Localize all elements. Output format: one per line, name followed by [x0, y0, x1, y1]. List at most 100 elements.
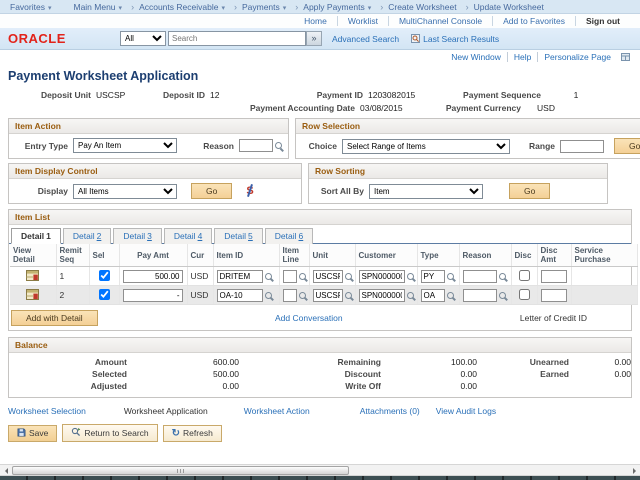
- reason-input[interactable]: [239, 139, 273, 152]
- personalize-page-link[interactable]: Personalize Page: [537, 52, 617, 62]
- customer-input[interactable]: [359, 270, 405, 283]
- lookup-icon[interactable]: [407, 273, 414, 280]
- horizontal-scrollbar[interactable]: [0, 464, 640, 476]
- add-to-favorites-link[interactable]: Add to Favorites: [492, 16, 575, 26]
- refresh-icon: [172, 428, 180, 439]
- type-input[interactable]: [421, 270, 445, 283]
- worksheet-action-link[interactable]: Worksheet Action: [244, 406, 310, 416]
- currency-toggle-icon[interactable]: S: [246, 185, 253, 197]
- display-go-button[interactable]: Go: [191, 183, 232, 199]
- amount-value: 600.00: [127, 357, 239, 367]
- sort-go-button[interactable]: Go: [509, 183, 550, 199]
- tab-detail-1[interactable]: Detail1: [11, 228, 61, 244]
- col-cur: Cur: [187, 244, 213, 267]
- tab-detail-3[interactable]: Detail3: [113, 228, 161, 244]
- save-button[interactable]: Save: [8, 425, 57, 442]
- toolbar: Save Return to Search Refresh: [8, 424, 632, 442]
- row-selection-go-button[interactable]: Go: [614, 138, 640, 154]
- item-action-title: Item Action: [9, 119, 288, 134]
- pay-amt-input[interactable]: [123, 289, 183, 302]
- sort-select[interactable]: Item: [369, 184, 483, 199]
- col-disc: Disc: [511, 244, 537, 267]
- breadcrumb-payments[interactable]: Payments: [242, 2, 286, 12]
- range-input[interactable]: [560, 140, 604, 153]
- multichannel-console-link[interactable]: MultiChannel Console: [388, 16, 492, 26]
- service-purchase-cell: [571, 267, 637, 286]
- pay-amt-input[interactable]: [123, 270, 183, 283]
- search-scope-select[interactable]: All: [120, 31, 166, 46]
- unit-input[interactable]: [313, 289, 343, 302]
- worksheet-selection-link[interactable]: Worksheet Selection: [8, 406, 86, 416]
- reason-row-input[interactable]: [463, 270, 497, 283]
- tab-detail-5[interactable]: Detail5: [214, 228, 262, 244]
- breadcrumb-accounts-receivable[interactable]: Accounts Receivable: [139, 2, 225, 12]
- lookup-icon[interactable]: [345, 292, 352, 299]
- scroll-right-arrow[interactable]: [629, 466, 639, 475]
- entry-type-select[interactable]: Pay An Item: [73, 138, 177, 153]
- view-audit-logs-link[interactable]: View Audit Logs: [436, 406, 496, 416]
- col-service-purchase: Service Purchase: [571, 244, 637, 267]
- customer-input[interactable]: [359, 289, 405, 302]
- search-go-button[interactable]: »: [306, 31, 322, 46]
- item-id-input[interactable]: [217, 289, 263, 302]
- help-link[interactable]: Help: [507, 52, 537, 62]
- advanced-search-link[interactable]: Advanced Search: [332, 34, 399, 44]
- new-window-link[interactable]: New Window: [445, 52, 507, 62]
- breadcrumb-update-worksheet[interactable]: Update Worksheet: [474, 2, 544, 12]
- taskbar-edge: [0, 476, 640, 480]
- add-conversation-link[interactable]: Add Conversation: [275, 313, 343, 323]
- scroll-left-arrow[interactable]: [1, 466, 11, 475]
- item-line-input[interactable]: [283, 270, 297, 283]
- range-label: Range: [514, 141, 560, 151]
- last-search-results-link[interactable]: Last Search Results: [423, 34, 499, 44]
- sign-out-link[interactable]: Sign out: [575, 16, 630, 26]
- view-detail-icon[interactable]: [26, 273, 39, 283]
- item-id-input[interactable]: [217, 270, 263, 283]
- view-detail-icon[interactable]: [26, 292, 39, 302]
- disc-amt-input[interactable]: [541, 270, 567, 283]
- breadcrumb-create-worksheet[interactable]: Create Worksheet: [388, 2, 456, 12]
- tab-detail-6[interactable]: Detail6: [265, 228, 313, 244]
- select-item-checkbox[interactable]: [99, 289, 110, 300]
- lookup-icon[interactable]: [407, 292, 414, 299]
- tab-detail-4[interactable]: Detail4: [164, 228, 212, 244]
- lookup-icon[interactable]: [345, 273, 352, 280]
- worklist-link[interactable]: Worklist: [337, 16, 388, 26]
- attachments-link[interactable]: Attachments (0): [360, 406, 420, 416]
- search-input[interactable]: [168, 31, 306, 46]
- lookup-icon[interactable]: [447, 292, 454, 299]
- tab-detail-2[interactable]: Detail2: [63, 228, 111, 244]
- select-item-checkbox[interactable]: [99, 270, 110, 281]
- home-link[interactable]: Home: [294, 16, 337, 26]
- add-with-detail-button[interactable]: Add with Detail: [11, 310, 98, 326]
- lookup-icon[interactable]: [499, 292, 506, 299]
- breadcrumb-main-menu[interactable]: Main Menu: [73, 2, 122, 12]
- refresh-button[interactable]: Refresh: [163, 425, 222, 442]
- display-select[interactable]: All Items: [73, 184, 177, 199]
- return-to-search-button[interactable]: Return to Search: [62, 424, 157, 442]
- payment-sequence-value: 1: [546, 90, 606, 100]
- lookup-icon[interactable]: [299, 273, 306, 280]
- disc-checkbox[interactable]: [519, 289, 530, 300]
- type-input[interactable]: [421, 289, 445, 302]
- lookup-icon[interactable]: [299, 292, 306, 299]
- choice-select[interactable]: Select Range of Items: [342, 139, 510, 154]
- item-display-control-group: Item Display Control Display All Items G…: [8, 163, 302, 204]
- disc-checkbox[interactable]: [519, 270, 530, 281]
- unit-input[interactable]: [313, 270, 343, 283]
- lookup-icon[interactable]: [275, 142, 282, 149]
- scrollbar-thumb[interactable]: [12, 466, 349, 475]
- breadcrumb-apply-payments[interactable]: Apply Payments: [303, 2, 371, 12]
- lookup-icon[interactable]: [499, 273, 506, 280]
- lookup-icon[interactable]: [447, 273, 454, 280]
- disc-amt-input[interactable]: [541, 289, 567, 302]
- chevron-right-icon: [295, 2, 298, 12]
- item-line-input[interactable]: [283, 289, 297, 302]
- layout-grid-icon[interactable]: [621, 53, 630, 61]
- breadcrumb-favorites[interactable]: Favorites: [10, 2, 51, 12]
- reason-row-input[interactable]: [463, 289, 497, 302]
- worksheet-links: Worksheet Selection Worksheet Applicatio…: [8, 406, 632, 416]
- lookup-icon[interactable]: [265, 292, 272, 299]
- item-list-title: Item List: [9, 210, 631, 225]
- lookup-icon[interactable]: [265, 273, 272, 280]
